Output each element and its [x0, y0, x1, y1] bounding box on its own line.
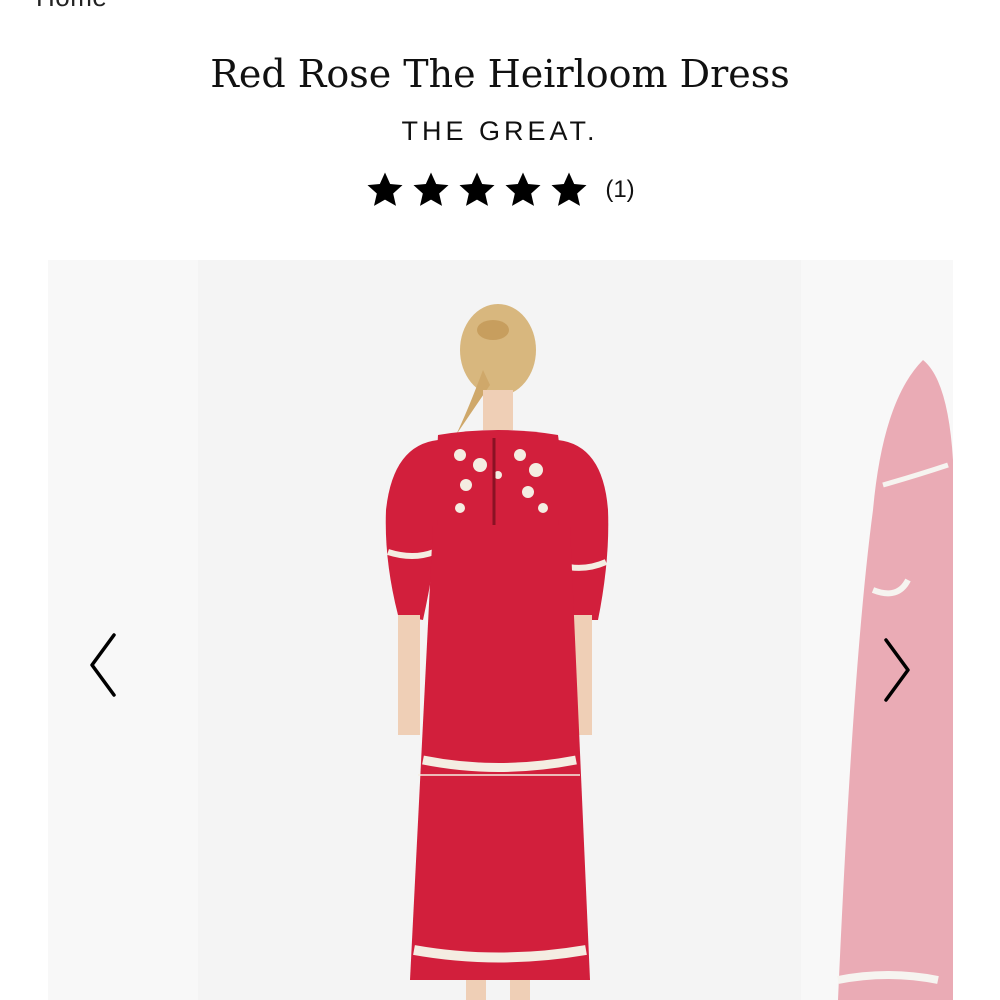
star-icon [505, 172, 541, 206]
review-count[interactable]: (1) [605, 176, 634, 204]
star-icon [459, 172, 495, 206]
star-icon [367, 172, 403, 206]
product-brand[interactable]: THE GREAT. [0, 116, 1000, 147]
star-icon [551, 172, 587, 206]
star-icon [413, 172, 449, 206]
product-rating[interactable]: (1) [0, 170, 1000, 210]
breadcrumb[interactable]: Home [36, 0, 107, 13]
dress-illustration [385, 304, 609, 1000]
product-title: Red Rose The Heirloom Dress [210, 52, 790, 96]
product-image-main[interactable] [198, 260, 801, 1000]
chevron-right-icon[interactable] [872, 630, 922, 710]
chevron-left-icon[interactable] [78, 625, 128, 705]
product-image-carousel[interactable] [48, 260, 953, 1000]
breadcrumb-home-link[interactable]: Home [36, 0, 107, 12]
